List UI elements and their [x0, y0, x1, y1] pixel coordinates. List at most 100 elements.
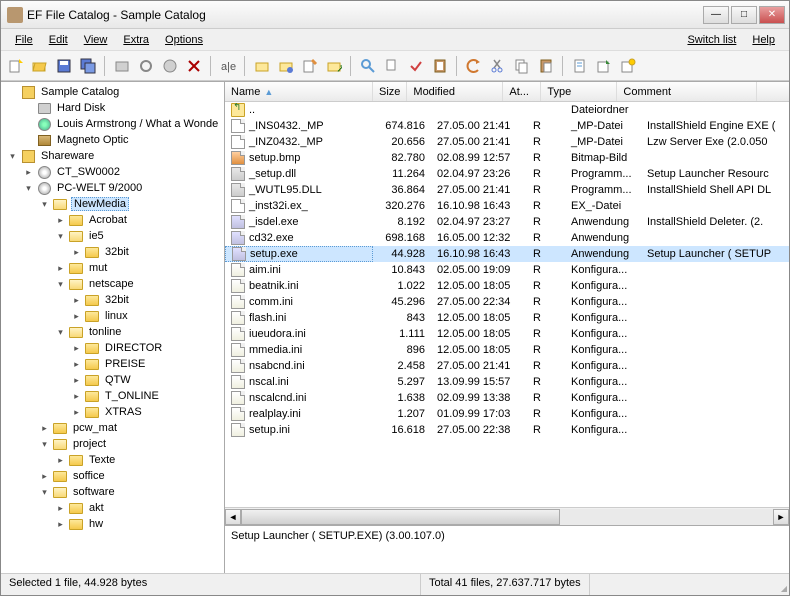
tree-item[interactable]: ▸XTRAS [3, 404, 222, 420]
tree-twisty-icon[interactable]: ▾ [39, 439, 50, 450]
tree-twisty-icon[interactable]: ▸ [71, 375, 82, 386]
tree-item[interactable]: ▸PREISE [3, 356, 222, 372]
tree-twisty-icon[interactable]: ▾ [55, 327, 66, 338]
table-row[interactable]: beatnik.ini1.02212.05.00 18:05RKonfigura… [225, 278, 789, 294]
tree-twisty-icon[interactable] [7, 87, 18, 98]
table-row[interactable]: _inst32i.ex_320.27616.10.98 16:43REX_-Da… [225, 198, 789, 214]
tree-item[interactable]: Louis Armstrong / What a Wonde [3, 116, 222, 132]
tree-twisty-icon[interactable]: ▾ [39, 199, 50, 210]
tb-clipboard-icon[interactable] [429, 55, 451, 77]
tree-item[interactable]: ▾software [3, 484, 222, 500]
resize-grip[interactable]: ◢ [771, 574, 789, 595]
tb-rename-icon[interactable]: a|e [217, 55, 239, 77]
tb-open-icon[interactable] [29, 55, 51, 77]
tree-twisty-icon[interactable]: ▸ [39, 471, 50, 482]
tree-item[interactable]: ▸pcw_mat [3, 420, 222, 436]
tree-twisty-icon[interactable]: ▾ [55, 279, 66, 290]
table-row[interactable]: cd32.exe698.16816.05.00 12:32RAnwendung [225, 230, 789, 246]
tb-delete-icon[interactable] [183, 55, 205, 77]
col-comment[interactable]: Comment [617, 82, 757, 101]
tb-add-icon[interactable] [111, 55, 133, 77]
table-row[interactable]: _WUTL95.DLL36.86427.05.00 21:41RProgramm… [225, 182, 789, 198]
tree-twisty-icon[interactable]: ▾ [23, 183, 34, 194]
tree-item[interactable]: ▸linux [3, 308, 222, 324]
tree-item[interactable]: ▸hw [3, 516, 222, 532]
tree-item[interactable]: ▾PC-WELT 9/2000 [3, 180, 222, 196]
menu-file[interactable]: File [7, 32, 41, 48]
h-scrollbar[interactable]: ◄ ► [225, 507, 789, 525]
maximize-button[interactable]: □ [731, 6, 757, 24]
tree-twisty-icon[interactable]: ▸ [71, 295, 82, 306]
tree-item[interactable]: ▸DIRECTOR [3, 340, 222, 356]
tree-item[interactable]: ▾project [3, 436, 222, 452]
table-row[interactable]: nscal.ini5.29713.09.99 15:57RKonfigura..… [225, 374, 789, 390]
tree-twisty-icon[interactable]: ▸ [71, 359, 82, 370]
tree-twisty-icon[interactable]: ▸ [55, 263, 66, 274]
menu-switchlist[interactable]: Switch list [679, 32, 744, 48]
table-row[interactable]: setup.ini16.61827.05.00 22:38RKonfigura.… [225, 422, 789, 438]
tree-twisty-icon[interactable] [23, 119, 34, 130]
tb-folder2-icon[interactable] [275, 55, 297, 77]
table-row[interactable]: ..Dateiordner [225, 102, 789, 118]
scroll-right-icon[interactable]: ► [773, 509, 789, 525]
scroll-track[interactable] [241, 509, 773, 525]
table-row[interactable]: comm.ini45.29627.05.00 22:34RKonfigura..… [225, 294, 789, 310]
tree-twisty-icon[interactable] [23, 135, 34, 146]
tree-item[interactable]: ▸mut [3, 260, 222, 276]
scroll-left-icon[interactable]: ◄ [225, 509, 241, 525]
tree-item[interactable]: ▸32bit [3, 244, 222, 260]
tb-copy-icon[interactable] [511, 55, 533, 77]
tb-new-icon[interactable] [5, 55, 27, 77]
tree-item[interactable]: ▾tonline [3, 324, 222, 340]
tb-attach-icon[interactable] [617, 55, 639, 77]
titlebar[interactable]: EF File Catalog - Sample Catalog — □ ✕ [1, 1, 789, 29]
table-row[interactable]: _isdel.exe8.19202.04.97 23:27RAnwendungI… [225, 214, 789, 230]
col-size[interactable]: Size [373, 82, 407, 101]
tb-refresh-icon[interactable] [135, 55, 157, 77]
tree-twisty-icon[interactable]: ▸ [71, 247, 82, 258]
table-row[interactable]: realplay.ini1.20701.09.99 17:03RKonfigur… [225, 406, 789, 422]
table-row[interactable]: nscalcnd.ini1.63802.09.99 13:38RKonfigur… [225, 390, 789, 406]
tb-paste-icon[interactable] [535, 55, 557, 77]
tree-twisty-icon[interactable] [23, 103, 34, 114]
tree-pane[interactable]: Sample CatalogHard DiskLouis Armstrong /… [1, 82, 225, 573]
tree-item[interactable]: ▸32bit [3, 292, 222, 308]
tree-twisty-icon[interactable]: ▸ [71, 391, 82, 402]
tree-item[interactable]: ▸CT_SW0002 [3, 164, 222, 180]
table-row[interactable]: setup.exe44.92816.10.98 16:43RAnwendungS… [225, 246, 789, 262]
tb-search-icon[interactable] [357, 55, 379, 77]
tree-twisty-icon[interactable]: ▸ [39, 423, 50, 434]
tree-twisty-icon[interactable]: ▾ [7, 151, 18, 162]
menu-help[interactable]: Help [744, 32, 783, 48]
table-row[interactable]: flash.ini84312.05.00 18:05RKonfigura... [225, 310, 789, 326]
tb-copyname-icon[interactable] [381, 55, 403, 77]
menu-edit[interactable]: Edit [41, 32, 76, 48]
tree-twisty-icon[interactable]: ▸ [71, 343, 82, 354]
tree-item[interactable]: ▸Acrobat [3, 212, 222, 228]
minimize-button[interactable]: — [703, 6, 729, 24]
table-row[interactable]: setup.bmp82.78002.08.99 12:57RBitmap-Bil… [225, 150, 789, 166]
tb-cut-icon[interactable] [487, 55, 509, 77]
tree-item[interactable]: ▾ie5 [3, 228, 222, 244]
tb-save-icon[interactable] [53, 55, 75, 77]
tb-folder-icon[interactable] [251, 55, 273, 77]
tree-item[interactable]: ▾Shareware [3, 148, 222, 164]
tb-props-icon[interactable] [569, 55, 591, 77]
tree-item[interactable]: Hard Disk [3, 100, 222, 116]
scroll-thumb[interactable] [241, 509, 560, 525]
menu-view[interactable]: View [76, 32, 116, 48]
tree-twisty-icon[interactable]: ▸ [55, 503, 66, 514]
tree-twisty-icon[interactable]: ▾ [39, 487, 50, 498]
tree-item[interactable]: ▸akt [3, 500, 222, 516]
tree-item[interactable]: ▸T_ONLINE [3, 388, 222, 404]
col-attr[interactable]: At... [503, 82, 541, 101]
tree-twisty-icon[interactable]: ▸ [23, 167, 34, 178]
tree-twisty-icon[interactable]: ▸ [55, 215, 66, 226]
tb-edit-icon[interactable] [299, 55, 321, 77]
tree-item[interactable]: ▾netscape [3, 276, 222, 292]
tb-saveall-icon[interactable] [77, 55, 99, 77]
table-row[interactable]: mmedia.ini89612.05.00 18:05RKonfigura... [225, 342, 789, 358]
table-row[interactable]: iueudora.ini1.11112.05.00 18:05RKonfigur… [225, 326, 789, 342]
table-row[interactable]: _INS0432._MP674.81627.05.00 21:41R_MP-Da… [225, 118, 789, 134]
tb-link-icon[interactable]: ↗ [323, 55, 345, 77]
